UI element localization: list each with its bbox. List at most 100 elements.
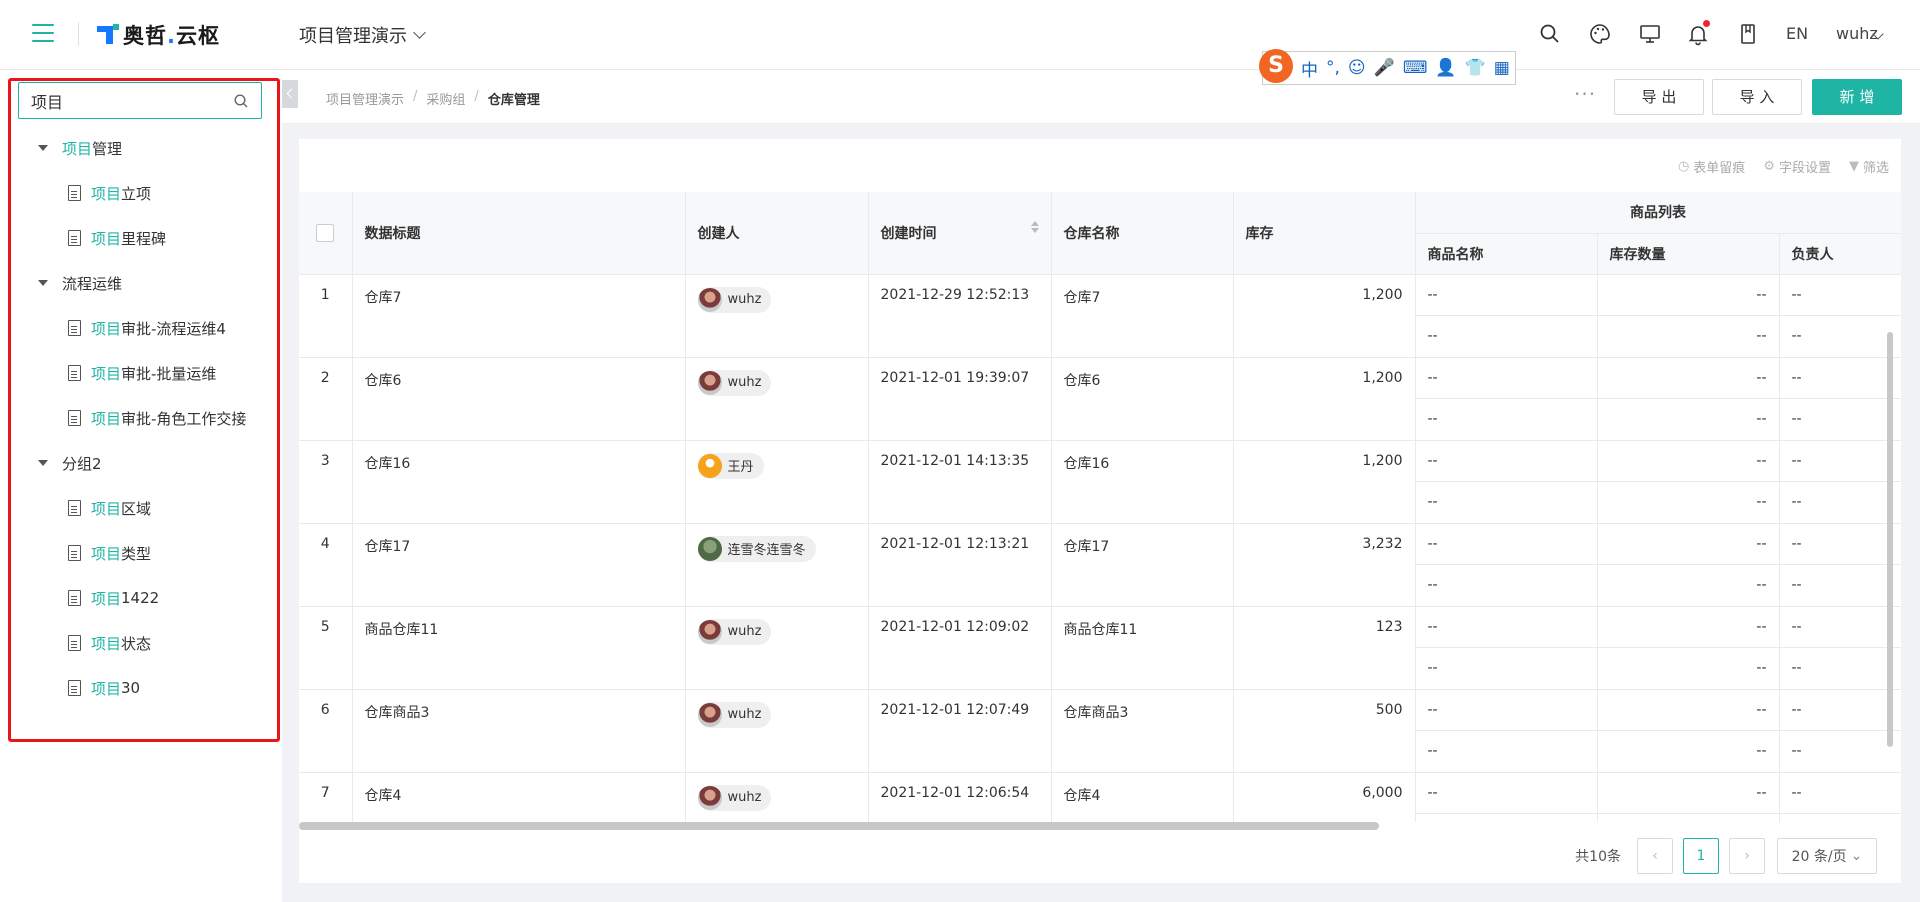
table-row[interactable]: 6 仓库商品3 wuhz 2021-12-01 12:07:49 仓库商品3 500 -- -…	[299, 689, 1901, 773]
next-page-button[interactable]: ›	[1729, 838, 1765, 874]
column-header-owner[interactable]: 负责人	[1779, 233, 1901, 275]
row-index: 3	[299, 440, 353, 524]
gear-icon: ⚙	[1763, 159, 1775, 174]
cell-goods-qty: --	[1597, 440, 1780, 482]
cell-created-at: 2021-12-01 12:13:21	[868, 523, 1052, 607]
table-row[interactable]: 3 仓库16 王丹 2021-12-01 14:13:35 仓库16 1,200 -- -- -…	[299, 440, 1901, 524]
field-settings-button[interactable]: ⚙ 字段设置	[1763, 157, 1831, 176]
breadcrumb-item[interactable]: 采购组	[426, 89, 465, 108]
user-chip[interactable]: wuhz	[697, 618, 772, 645]
emoji-icon[interactable]: ☺	[1348, 58, 1366, 78]
row-index: 2	[299, 357, 353, 441]
pagination-total: 共10条	[1575, 849, 1621, 865]
column-header-creator[interactable]: 创建人	[685, 192, 869, 275]
menu-toggle-icon[interactable]	[32, 24, 54, 44]
column-header-created-at[interactable]: 创建时间	[868, 192, 1052, 275]
cell-goods-qty: --	[1597, 772, 1780, 814]
user-chip[interactable]: wuhz	[697, 286, 772, 313]
cell-title: 仓库7	[352, 274, 686, 358]
cell-goods-qty: --	[1597, 315, 1780, 358]
breadcrumb: 项目管理演示 / 采购组 / 仓库管理	[326, 89, 540, 108]
ime-mode[interactable]: 中	[1301, 56, 1318, 81]
cell-owner: --	[1779, 564, 1901, 607]
row-index: 7	[299, 772, 353, 822]
create-button[interactable]: 新 增	[1812, 79, 1902, 115]
table-row[interactable]: 2 仓库6 wuhz 2021-12-01 19:39:07 仓库6 1,200 -- -- -…	[299, 357, 1901, 441]
ime-punctuation[interactable]: °,	[1326, 58, 1340, 78]
column-header-warehouse[interactable]: 仓库名称	[1051, 192, 1234, 275]
prev-page-button[interactable]: ‹	[1637, 838, 1673, 874]
sort-icon[interactable]	[1030, 220, 1039, 233]
cell-title: 仓库16	[352, 440, 686, 524]
column-header-stock[interactable]: 库存	[1233, 192, 1416, 275]
cell-warehouse: 仓库7	[1051, 274, 1234, 358]
cell-title: 仓库17	[352, 523, 686, 607]
cell-stock: 6,000	[1233, 772, 1416, 822]
palette-icon[interactable]	[1588, 22, 1612, 46]
cell-owner: --	[1779, 730, 1901, 773]
user-chip[interactable]: 连雪冬连雪冬	[697, 535, 816, 562]
notification-bell-icon[interactable]	[1686, 20, 1710, 46]
skin-icon[interactable]: 👕	[1465, 58, 1486, 78]
cell-goods-name: --	[1415, 647, 1598, 690]
horizontal-scrollbar[interactable]	[299, 822, 1379, 830]
cell-owner: --	[1779, 647, 1901, 690]
vertical-scrollbar[interactable]	[1887, 332, 1893, 747]
column-header-title[interactable]: 数据标题	[352, 192, 686, 275]
user-chip[interactable]: wuhz	[697, 701, 772, 728]
chevron-down-icon: ⌄	[1850, 848, 1863, 864]
page-size-select[interactable]: 20 条/页 ⌄	[1777, 838, 1877, 874]
filter-button[interactable]: ▼ 筛选	[1849, 157, 1889, 176]
keyboard-icon[interactable]: ⌨	[1403, 58, 1428, 78]
cell-creator: wuhz	[685, 274, 869, 358]
table-row[interactable]: 5 商品仓库11 wuhz 2021-12-01 12:09:02 商品仓库11 123-…	[299, 606, 1901, 690]
cell-goods-qty: --	[1597, 398, 1780, 441]
logo-mark-icon	[97, 24, 119, 46]
cell-warehouse: 仓库16	[1051, 440, 1234, 524]
import-button[interactable]: 导 入	[1712, 79, 1802, 115]
cell-goods-name: --	[1415, 730, 1598, 773]
user-name: wuhz	[727, 707, 762, 722]
microphone-icon[interactable]: 🎤	[1374, 58, 1395, 78]
column-header-goods-name[interactable]: 商品名称	[1415, 233, 1598, 275]
avatar	[697, 702, 722, 727]
cell-goods-name: --	[1415, 772, 1598, 814]
table-row[interactable]: 4 仓库17 连雪冬连雪冬 2021-12-01 12:13:21 仓库17 3,232-…	[299, 523, 1901, 607]
user-chip[interactable]: wuhz	[697, 784, 772, 811]
cell-created-at: 2021-12-01 12:09:02	[868, 606, 1052, 690]
cell-goods-name: --	[1415, 523, 1598, 565]
table-row[interactable]: 1 仓库7 wuhz 2021-12-29 12:52:13 仓库7 1,200 -- -- -…	[299, 274, 1901, 358]
page-number[interactable]: 1	[1683, 838, 1719, 874]
bookmark-icon[interactable]	[1736, 22, 1760, 46]
sidebar-collapse-handle[interactable]	[282, 80, 298, 108]
search-icon[interactable]	[1538, 22, 1562, 46]
user-chip[interactable]: 王丹	[697, 452, 764, 479]
cell-owner: --	[1779, 689, 1901, 731]
app-switcher[interactable]: 项目管理演示	[299, 22, 426, 48]
table-row[interactable]: 7 仓库4 wuhz 2021-12-01 12:06:54 仓库4 6,000 -- -- -…	[299, 772, 1901, 822]
cell-title: 仓库商品3	[352, 689, 686, 773]
form-trace-button[interactable]: ◷ 表单留痕	[1678, 157, 1745, 176]
cell-created-at: 2021-12-01 12:07:49	[868, 689, 1052, 773]
ime-logo[interactable]: S	[1259, 49, 1293, 83]
select-all-checkbox[interactable]	[316, 223, 335, 242]
cell-warehouse: 仓库商品3	[1051, 689, 1234, 773]
user-chip[interactable]: wuhz	[697, 369, 772, 396]
more-actions-button[interactable]: ···	[1574, 82, 1596, 106]
cell-warehouse: 商品仓库11	[1051, 606, 1234, 690]
export-button[interactable]: 导 出	[1614, 79, 1704, 115]
breadcrumb-item[interactable]: 项目管理演示	[326, 89, 404, 108]
app-logo[interactable]: 奥哲.云枢	[97, 20, 220, 50]
language-switch[interactable]: EN	[1786, 24, 1808, 43]
cell-goods-name: --	[1415, 481, 1598, 524]
column-header-goods-qty[interactable]: 库存数量	[1597, 233, 1780, 275]
logo-text: 奥哲.云枢	[123, 24, 220, 48]
cell-stock: 1,200	[1233, 357, 1416, 441]
cell-stock: 1,200	[1233, 274, 1416, 358]
grid-icon[interactable]: ▦	[1494, 58, 1510, 78]
user-icon[interactable]: 👤	[1435, 58, 1456, 78]
monitor-icon[interactable]	[1638, 22, 1662, 46]
cell-owner: --	[1779, 772, 1901, 814]
cell-owner: --	[1779, 440, 1901, 482]
cell-goods-name: --	[1415, 357, 1598, 399]
